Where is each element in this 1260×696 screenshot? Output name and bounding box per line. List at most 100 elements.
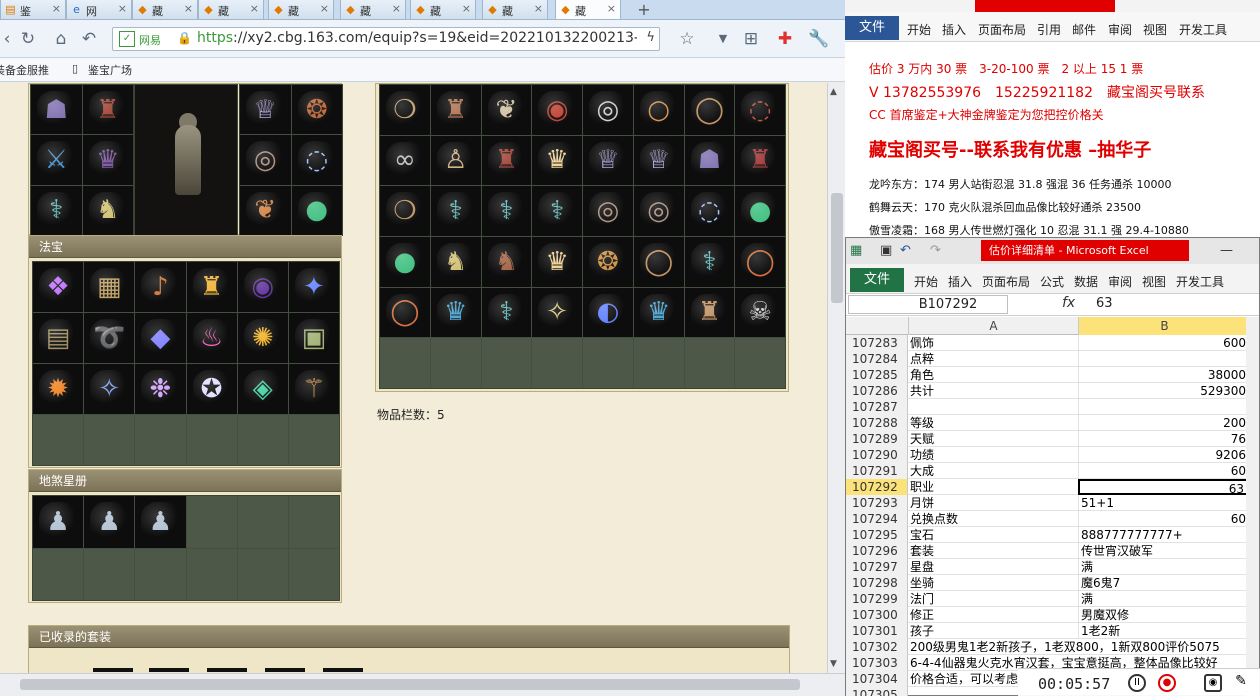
item-slot[interactable]: ⚕: [532, 186, 582, 236]
excel-menu-item[interactable]: 开发工具: [1176, 273, 1224, 290]
item-slot[interactable]: ⚕: [481, 186, 532, 236]
row-number[interactable]: 107289: [846, 431, 908, 447]
sheet-row[interactable]: 107299 法门满: [846, 591, 1259, 607]
back-icon[interactable]: ‹: [0, 28, 18, 50]
item-slot[interactable]: ●: [735, 186, 785, 236]
row-number[interactable]: 107303: [846, 655, 908, 671]
cell-a[interactable]: 套装: [910, 543, 1078, 559]
item-slot[interactable]: ◯: [633, 237, 684, 287]
item-slot[interactable]: ♛: [532, 237, 582, 287]
item-slot[interactable]: ♜: [735, 135, 785, 186]
item-slot[interactable]: ♜: [82, 85, 133, 135]
item-slot[interactable]: ♞: [430, 237, 481, 287]
row-number[interactable]: 107304: [846, 671, 908, 687]
word-file-tab[interactable]: 文件: [845, 16, 899, 40]
suit-item[interactable]: [323, 668, 363, 672]
item-slot[interactable]: ✪: [186, 364, 237, 414]
item-slot[interactable]: ✦: [288, 262, 339, 312]
cell-b[interactable]: 51+1: [1078, 495, 1248, 511]
item-slot[interactable]: ▣: [288, 313, 339, 363]
browser-tab[interactable]: ◆ 藏 ×: [132, 0, 198, 20]
suit-item[interactable]: [265, 668, 305, 672]
excel-menu-item[interactable]: 公式: [1040, 273, 1064, 290]
item-slot[interactable]: ☗: [31, 85, 82, 135]
item-slot[interactable]: ◌: [684, 186, 735, 236]
row-number[interactable]: 107299: [846, 591, 908, 607]
row-number[interactable]: 107300: [846, 607, 908, 623]
cell-a[interactable]: 200级男鬼1老2新孩子，1老双800，1新双800评价5075: [910, 639, 1258, 655]
sheet-row[interactable]: 107295 宝石 888777777777+: [846, 527, 1259, 543]
sheet-row[interactable]: 107287: [846, 399, 1259, 415]
item-slot[interactable]: ▤: [33, 313, 84, 363]
sheet-row[interactable]: 107301 孩子 1老2新: [846, 623, 1259, 639]
item-slot[interactable]: ◌: [291, 135, 342, 185]
new-tab-button[interactable]: +: [631, 0, 657, 20]
item-slot[interactable]: ⚕: [31, 185, 82, 235]
item-slot[interactable]: ⚚: [288, 364, 339, 414]
refresh-icon[interactable]: ↻: [17, 28, 39, 50]
sheet-row[interactable]: 107296 套装 传世宵汉破军: [846, 543, 1259, 559]
browser-tab[interactable]: ◆ 藏 ×: [268, 0, 334, 20]
scroll-down-icon[interactable]: ▼: [830, 659, 837, 669]
item-slot[interactable]: ♕: [583, 135, 633, 186]
sheet-grid[interactable]: 107283 佩饰 600 107284 点粹 107285 角色 38000 107286 共计…: [846, 335, 1259, 696]
name-box[interactable]: B107292: [848, 295, 1008, 314]
word-menu-item[interactable]: 开发工具: [1179, 21, 1227, 38]
row-number[interactable]: 107288: [846, 415, 908, 431]
word-menu-item[interactable]: 插入: [942, 21, 966, 38]
browser-tab[interactable]: ◆ 藏 ×: [198, 0, 264, 20]
item-slot[interactable]: ◈: [237, 364, 288, 414]
home-icon[interactable]: ⌂: [50, 28, 72, 50]
column-header-a[interactable]: A: [908, 317, 1078, 335]
item-slot[interactable]: ∞: [380, 135, 430, 186]
word-menu-item[interactable]: 页面布局: [978, 21, 1026, 38]
close-icon[interactable]: ×: [392, 2, 401, 15]
sheet-row[interactable]: 107285 角色 38000: [846, 367, 1259, 383]
item-slot[interactable]: ❂: [583, 237, 633, 287]
formula-input[interactable]: 63: [1096, 296, 1113, 311]
browser-tab[interactable]: ◆ 藏 ×: [482, 0, 548, 20]
row-number[interactable]: 107292: [846, 479, 908, 495]
bookmark-item[interactable]: 装备金服推: [0, 62, 49, 78]
cell-a[interactable]: 点粹: [910, 351, 1078, 367]
row-number[interactable]: 107283: [846, 335, 908, 351]
cell-b[interactable]: 满: [1078, 559, 1248, 575]
word-document[interactable]: 估价 3 万内 30 票 3-20-100 票 2 以上 15 1 票 V 13…: [845, 42, 1260, 242]
dropdown-icon[interactable]: ▼: [712, 28, 734, 50]
close-icon[interactable]: ×: [320, 2, 329, 15]
row-number[interactable]: 107297: [846, 559, 908, 575]
item-slot[interactable]: ⚕: [684, 237, 735, 287]
item-slot[interactable]: ♕: [240, 85, 291, 135]
item-slot[interactable]: ◆: [135, 313, 186, 363]
item-slot[interactable]: ♞: [82, 185, 133, 235]
row-number[interactable]: 107296: [846, 543, 908, 559]
cell-b[interactable]: 529300: [1078, 383, 1248, 399]
undo-icon[interactable]: ↶: [900, 243, 911, 258]
cell-a[interactable]: [910, 399, 1078, 415]
sheet-row[interactable]: 107289 天赋 76: [846, 431, 1259, 447]
cell-b[interactable]: [1078, 399, 1248, 415]
row-number[interactable]: 107294: [846, 511, 908, 527]
suit-item[interactable]: [93, 668, 133, 672]
sheet-row[interactable]: 107290 功绩 9206: [846, 447, 1259, 463]
item-slot[interactable]: ♨: [186, 313, 237, 363]
close-icon[interactable]: ×: [607, 2, 616, 15]
row-number[interactable]: 107298: [846, 575, 908, 591]
row-number[interactable]: 107291: [846, 463, 908, 479]
item-slot[interactable]: ✧: [532, 287, 582, 338]
excel-menu-item[interactable]: 插入: [948, 273, 972, 290]
item-slot[interactable]: ◉: [532, 85, 582, 135]
row-number[interactable]: 107295: [846, 527, 908, 543]
cell-b[interactable]: 男魔双修: [1078, 607, 1248, 623]
item-slot[interactable]: ♕: [633, 135, 684, 186]
cell-a[interactable]: 坐骑: [910, 575, 1078, 591]
item-slot[interactable]: ♜: [186, 262, 237, 312]
cell-b[interactable]: 传世宵汉破军: [1078, 543, 1248, 559]
item-slot[interactable]: ◎: [240, 135, 291, 185]
stop-icon[interactable]: ●: [1158, 674, 1176, 692]
item-slot[interactable]: ⚕: [481, 287, 532, 338]
item-slot[interactable]: ◎: [583, 85, 633, 135]
sheet-row[interactable]: 107293 月饼 51+1: [846, 495, 1259, 511]
row-number[interactable]: 107284: [846, 351, 908, 367]
cell-b[interactable]: 200: [1078, 415, 1248, 431]
